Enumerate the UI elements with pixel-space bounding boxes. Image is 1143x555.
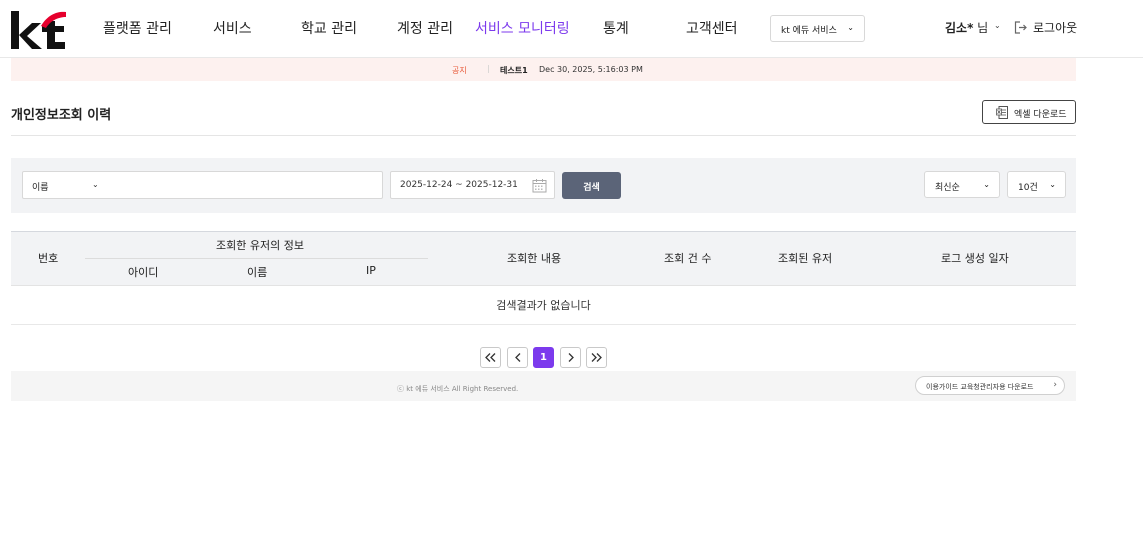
double-chevron-left-icon bbox=[485, 353, 496, 362]
sort-select[interactable]: 최신순 ⌄ bbox=[924, 171, 1000, 198]
col-group-user-info: 조회한 유저의 정보 bbox=[216, 239, 304, 252]
col-header-no: 번호 bbox=[38, 252, 59, 265]
search-button[interactable]: 검색 bbox=[562, 172, 621, 199]
guide-download-button[interactable]: 이용가이드 교육청관리자용 다운로드 › bbox=[915, 376, 1065, 395]
col-header-count: 조회 건 수 bbox=[664, 252, 712, 265]
nav-school-management[interactable]: 학교 관리 bbox=[301, 18, 357, 38]
date-range-picker[interactable]: 2025-12-24 ~ 2025-12-31 bbox=[390, 171, 555, 199]
calendar-icon[interactable] bbox=[532, 178, 547, 193]
first-page-button[interactable] bbox=[480, 347, 501, 368]
notice-bar[interactable]: 공지 | 테스트1 Dec 30, 2025, 5:16:03 PM bbox=[11, 58, 1076, 81]
double-chevron-right-icon bbox=[591, 353, 602, 362]
nav-customer-center[interactable]: 고객센터 bbox=[686, 18, 738, 38]
notice-title[interactable]: 테스트1 bbox=[500, 65, 528, 76]
page-button-current[interactable]: 1 bbox=[533, 347, 554, 368]
excel-icon bbox=[996, 106, 1008, 119]
kt-logo[interactable] bbox=[10, 9, 66, 51]
next-page-button[interactable] bbox=[560, 347, 581, 368]
notice-date: Dec 30, 2025, 5:16:03 PM bbox=[539, 65, 643, 74]
empty-result-row: 검색결과가 없습니다 bbox=[11, 286, 1076, 325]
col-header-name: 이름 bbox=[247, 266, 268, 279]
logout-label: 로그아웃 bbox=[1033, 21, 1078, 35]
col-header-id: 아이디 bbox=[128, 266, 159, 279]
chevron-down-icon: ⌄ bbox=[847, 23, 854, 32]
col-header-content: 조회한 내용 bbox=[507, 252, 562, 265]
page-size-value: 10건 bbox=[1018, 183, 1038, 193]
nav-statistics[interactable]: 통계 bbox=[603, 18, 629, 38]
chevron-down-icon: ⌄ bbox=[983, 180, 990, 189]
header-subdivider bbox=[85, 258, 428, 259]
page-title: 개인정보조회 이력 bbox=[11, 108, 112, 123]
nav-account-management[interactable]: 계정 관리 bbox=[397, 18, 453, 38]
col-header-log-date: 로그 생성 일자 bbox=[941, 252, 1009, 265]
chevron-down-icon[interactable]: ⌄ bbox=[994, 21, 1001, 30]
col-header-ip: IP bbox=[366, 264, 376, 277]
last-page-button[interactable] bbox=[586, 347, 607, 368]
org-select[interactable]: kt 에듀 서비스 ⌄ bbox=[770, 15, 865, 42]
excel-download-label: 엑셀 다운로드 bbox=[1014, 110, 1067, 120]
copyright-text: ⓒ kt 에듀 서비스 All Right Reserved. bbox=[397, 385, 519, 393]
date-range-value: 2025-12-24 ~ 2025-12-31 bbox=[400, 180, 518, 190]
guide-download-label: 이용가이드 교육청관리자용 다운로드 bbox=[926, 383, 1034, 391]
logout-button[interactable]: 로그아웃 bbox=[1014, 19, 1077, 36]
nav-service[interactable]: 서비스 bbox=[213, 18, 252, 38]
notice-separator: | bbox=[487, 64, 490, 73]
page-size-select[interactable]: 10건 ⌄ bbox=[1007, 171, 1066, 198]
chevron-right-icon bbox=[568, 353, 574, 362]
user-name: 김소* bbox=[945, 21, 974, 35]
logout-icon bbox=[1014, 21, 1027, 34]
title-divider bbox=[11, 135, 1076, 136]
user-suffix: 님 bbox=[973, 21, 989, 35]
notice-tag: 공지 bbox=[452, 66, 467, 75]
search-keyword-input[interactable] bbox=[108, 173, 378, 197]
excel-download-button[interactable]: 엑셀 다운로드 bbox=[982, 100, 1076, 124]
nav-service-monitoring[interactable]: 서비스 모니터링 bbox=[475, 18, 570, 38]
top-header: 플랫폼 관리 서비스 학교 관리 계정 관리 서비스 모니터링 통계 고객센터 … bbox=[0, 0, 1143, 58]
sort-select-value: 최신순 bbox=[935, 183, 960, 193]
chevron-down-icon[interactable]: ⌄ bbox=[92, 180, 99, 189]
prev-page-button[interactable] bbox=[507, 347, 528, 368]
org-select-value: kt 에듀 서비스 bbox=[781, 26, 837, 36]
chevron-left-icon bbox=[514, 353, 520, 362]
chevron-right-icon: › bbox=[1053, 380, 1057, 390]
user-menu[interactable]: 김소* 님 bbox=[945, 19, 988, 36]
nav-platform-management[interactable]: 플랫폼 관리 bbox=[103, 18, 172, 38]
search-field-select[interactable]: 이름 bbox=[32, 180, 49, 193]
col-header-target-user: 조회된 유저 bbox=[778, 252, 833, 265]
chevron-down-icon: ⌄ bbox=[1049, 180, 1056, 189]
